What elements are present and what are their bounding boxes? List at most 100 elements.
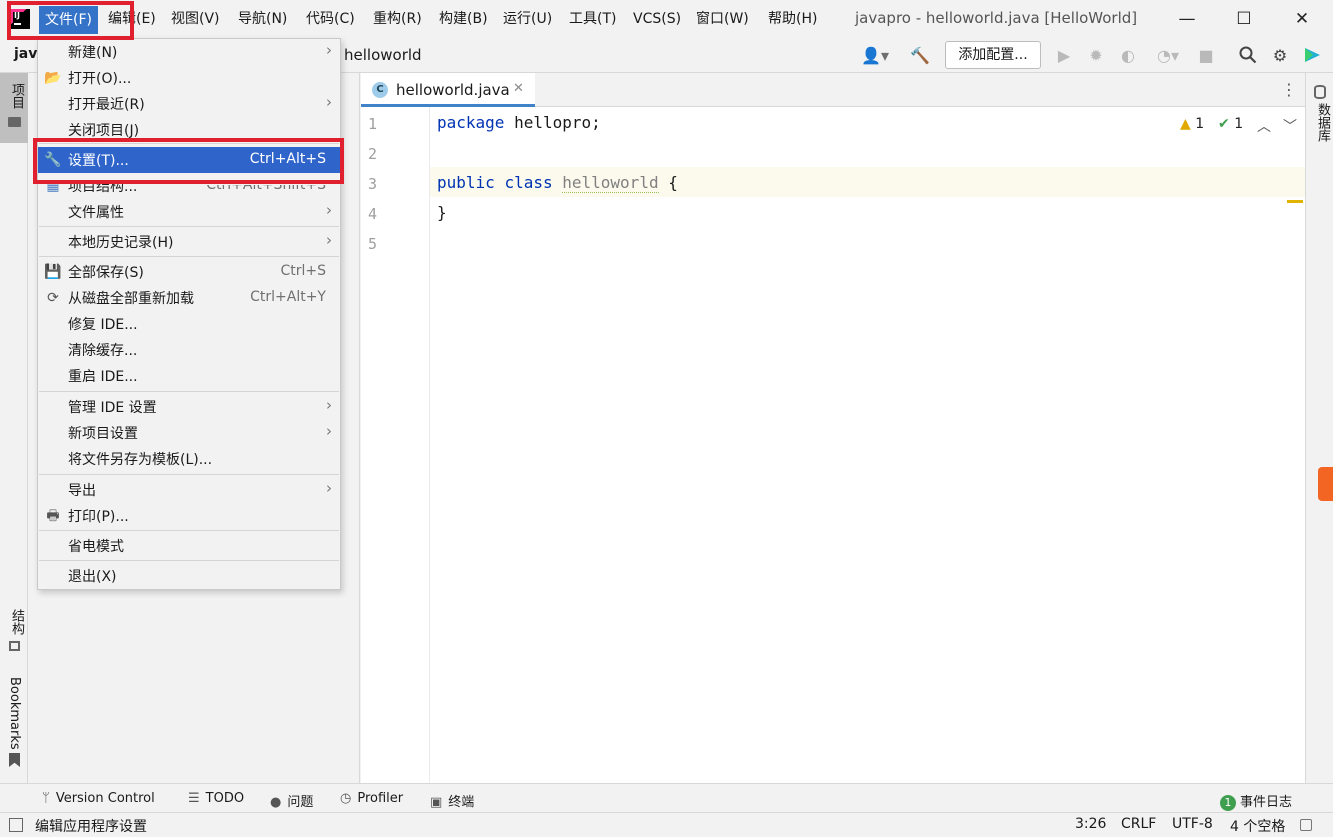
menu-vcs[interactable]: VCS(S) [633, 8, 681, 30]
add-configuration-button[interactable]: 添加配置... [945, 41, 1041, 69]
menu-separator [39, 530, 339, 531]
version-control-tab[interactable]: ᛘ Version Control [42, 791, 155, 806]
lock-icon[interactable] [1300, 819, 1312, 831]
todo-tab[interactable]: ☰ TODO [188, 791, 244, 806]
previous-highlight-icon[interactable]: ︿ [1257, 116, 1271, 136]
caret-position[interactable]: 3:26 [1075, 816, 1106, 832]
menu-view[interactable]: 视图(V) [171, 8, 220, 30]
gear-icon[interactable]: ⚙ [1270, 46, 1290, 66]
menu-help[interactable]: 帮助(H) [768, 8, 817, 30]
profiler-icon: ◷ [340, 791, 352, 806]
menu-item-save-all[interactable]: 💾 全部保存(S) Ctrl+S [38, 259, 340, 285]
terminal-tab[interactable]: ▣ 终端 [430, 791, 474, 810]
tool-window-toggle-icon[interactable] [9, 818, 23, 832]
branch-icon: ᛘ [42, 791, 50, 806]
code-editor[interactable]: package hellopro; public class helloworl… [430, 107, 1305, 783]
menu-item-close-project[interactable]: 关闭项目(J) [38, 117, 340, 143]
tab-helloworld-java[interactable]: C helloworld.java ✕ [361, 73, 535, 107]
event-log-tab[interactable]: 1 事件日志 [1220, 791, 1292, 811]
menu-window[interactable]: 窗口(W) [696, 8, 749, 30]
folder-open-icon: 📂 [44, 70, 62, 86]
tab-label: helloworld.java [396, 81, 510, 99]
menu-navigate[interactable]: 导航(N) [238, 8, 287, 30]
keyword: public [437, 173, 495, 192]
profile-run-icon[interactable]: ◔▾ [1150, 46, 1186, 66]
menu-item-open-recent[interactable]: 打开最近(R) › [38, 91, 340, 117]
project-tool-tab[interactable]: 项目 [0, 73, 28, 143]
menu-code[interactable]: 代码(C) [306, 8, 355, 30]
menu-build[interactable]: 构建(B) [439, 8, 488, 30]
menu-item-settings[interactable]: 🔧 设置(T)... Ctrl+Alt+S [38, 147, 340, 173]
warning-icon: ▲ [1180, 116, 1191, 132]
problems-tab[interactable]: ● 问题 [270, 791, 313, 810]
menu-edit[interactable]: 编辑(E) [108, 8, 156, 30]
coverage-icon[interactable]: ◐ [1118, 46, 1138, 66]
menu-run[interactable]: 运行(U) [503, 8, 552, 30]
profiler-tab[interactable]: ◷ Profiler [340, 791, 403, 806]
wrench-icon: 🔧 [44, 152, 62, 168]
menu-separator [39, 391, 339, 392]
menu-item-local-history[interactable]: 本地历史记录(H) › [38, 229, 340, 255]
line-number-gutter: 1 2 3 4 5 [361, 107, 430, 783]
menu-item-file-properties[interactable]: 文件属性 › [38, 199, 340, 225]
minimize-button[interactable]: — [1176, 8, 1198, 30]
menu-item-new[interactable]: 新建(N) › [38, 39, 340, 65]
menu-item-print[interactable]: 🖶 打印(P)... [38, 503, 340, 529]
menu-separator [39, 560, 339, 561]
close-window-button[interactable]: ✕ [1291, 8, 1313, 30]
menu-item-open[interactable]: 📂 打开(O)... [38, 65, 340, 91]
menu-item-exit[interactable]: 退出(X) [38, 563, 340, 589]
line-number: 2 [368, 145, 378, 163]
warnings-indicator[interactable]: ▲ 1 [1180, 116, 1204, 132]
reload-icon: ⟳ [47, 290, 59, 306]
menu-item-repair-ide[interactable]: 修复 IDE... [38, 311, 340, 337]
menu-item-project-structure[interactable]: ▦ 项目结构... Ctrl+Alt+Shift+S [38, 173, 340, 199]
bookmark-icon [9, 753, 20, 767]
run-icon[interactable]: ▶ [1054, 46, 1074, 66]
submenu-arrow-icon: › [326, 231, 332, 249]
menu-tools[interactable]: 工具(T) [569, 8, 616, 30]
debug-icon[interactable]: ✹ [1086, 46, 1106, 66]
submenu-arrow-icon: › [326, 396, 332, 414]
stop-icon[interactable]: ■ [1196, 46, 1216, 66]
menu-file[interactable]: 文件(F) [39, 6, 98, 34]
plugin-badge-icon[interactable] [1318, 467, 1333, 501]
breadcrumb-file[interactable]: helloworld [344, 46, 422, 64]
file-encoding[interactable]: UTF-8 [1172, 816, 1213, 832]
maximize-button[interactable]: ☐ [1233, 8, 1255, 30]
more-options-icon[interactable]: ⋮ [1281, 80, 1297, 99]
project-structure-icon: ▦ [46, 178, 60, 194]
build-hammer-icon[interactable]: 🔨 [910, 46, 930, 66]
next-highlight-icon[interactable]: ﹀ [1283, 116, 1297, 136]
project-tab-label: 项目 [9, 83, 24, 109]
menu-item-new-project-settings[interactable]: 新项目设置 › [38, 420, 340, 446]
menu-item-export[interactable]: 导出 › [38, 477, 340, 503]
menu-item-invalidate-caches[interactable]: 清除缓存... [38, 337, 340, 363]
bottom-tool-bar: ᛘ Version Control ☰ TODO ● 问题 ◷ Profiler ▣ 终端… [0, 783, 1333, 812]
checks-indicator[interactable]: ✔ 1 [1218, 116, 1243, 132]
user-account-icon[interactable]: 👤▾ [858, 46, 892, 66]
menu-item-manage-ide-settings[interactable]: 管理 IDE 设置 › [38, 394, 340, 420]
submenu-arrow-icon: › [326, 93, 332, 111]
line-number: 1 [368, 115, 378, 133]
structure-tab[interactable]: 结构 [7, 609, 26, 635]
menu-item-power-save-mode[interactable]: 省电模式 [38, 533, 340, 559]
close-tab-icon[interactable]: ✕ [513, 81, 524, 96]
code-line-4: } [437, 203, 447, 222]
database-tab[interactable]: 数据库 [1313, 103, 1332, 142]
folder-icon [8, 117, 21, 127]
menu-item-save-as-template[interactable]: 将文件另存为模板(L)... [38, 446, 340, 472]
code-with-me-icon[interactable] [1302, 46, 1322, 66]
bookmarks-tab[interactable]: Bookmarks [7, 677, 22, 750]
menu-item-restart-ide[interactable]: 重启 IDE... [38, 363, 340, 389]
submenu-arrow-icon: › [326, 422, 332, 440]
indent-setting[interactable]: 4 个空格 [1230, 816, 1285, 836]
line-separator[interactable]: CRLF [1121, 816, 1156, 832]
code-text: { [658, 173, 678, 192]
search-icon[interactable] [1238, 46, 1258, 66]
warning-stripe[interactable] [1287, 200, 1303, 203]
breadcrumb-project[interactable]: jav [14, 46, 37, 62]
menu-refactor[interactable]: 重构(R) [373, 8, 422, 30]
menu-item-reload-all[interactable]: ⟳ 从磁盘全部重新加载 Ctrl+Alt+Y [38, 285, 340, 311]
code-text: hellopro; [504, 113, 601, 132]
